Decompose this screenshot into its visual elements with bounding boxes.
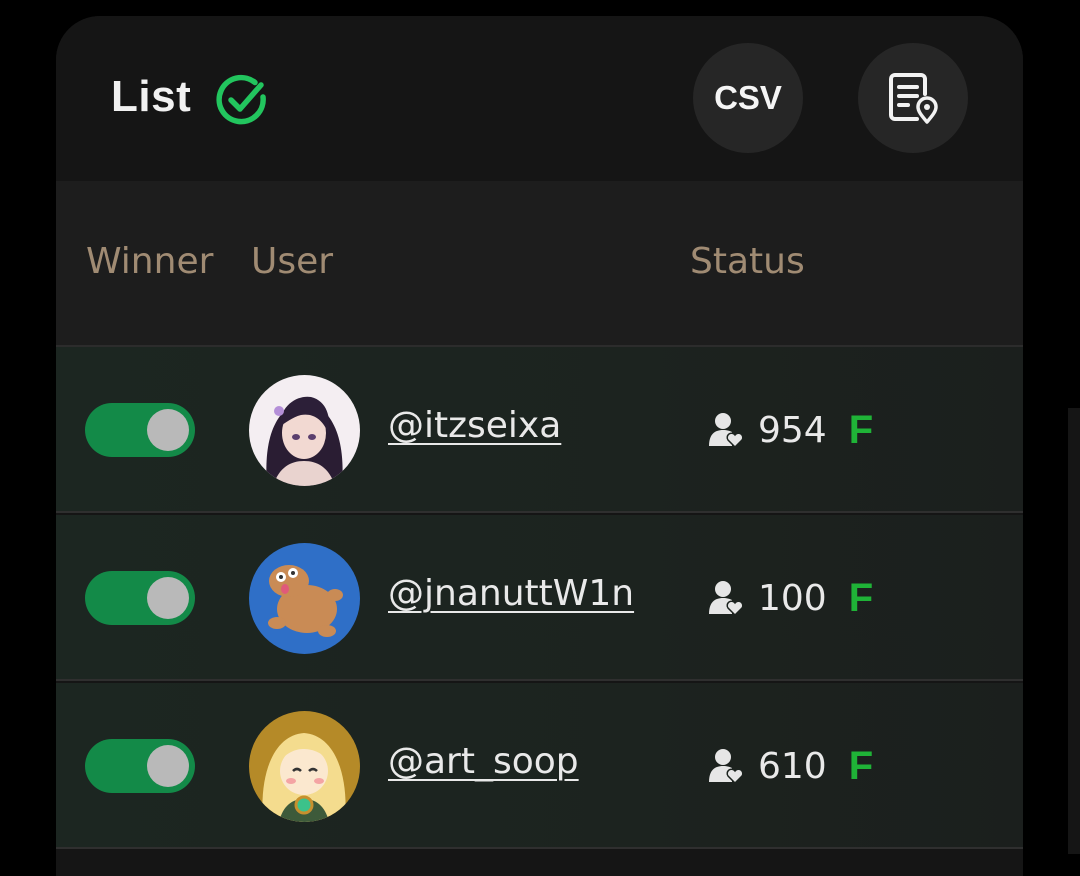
- follower-count: 954: [758, 409, 827, 451]
- column-header-status: Status: [690, 241, 805, 282]
- csv-export-button[interactable]: CSV: [693, 43, 803, 153]
- page-title: List: [111, 72, 192, 121]
- list-panel: List CSV Winner User Status @itzseixa 95…: [56, 16, 1023, 876]
- table-header: Winner User Status: [56, 181, 1023, 347]
- avatar[interactable]: [249, 375, 360, 486]
- winner-toggle[interactable]: [85, 571, 195, 625]
- toggle-knob: [147, 745, 189, 787]
- list-header: List CSV: [56, 16, 1023, 181]
- check-circle-icon: [216, 74, 266, 125]
- document-location-button[interactable]: [858, 43, 968, 153]
- avatar[interactable]: [249, 543, 360, 654]
- username-link[interactable]: @itzseixa: [388, 405, 561, 446]
- follower-heart-icon: [709, 749, 744, 785]
- blonde-character-avatar: [249, 711, 360, 822]
- winner-toggle[interactable]: [85, 403, 195, 457]
- document-location-icon: [889, 73, 938, 124]
- status-badge: F: [848, 407, 874, 452]
- status-cell: 100 F: [706, 574, 873, 622]
- column-header-user: User: [251, 241, 334, 282]
- status-cell: 610 F: [706, 742, 873, 790]
- table-row: @art_soop 610 F: [56, 683, 1023, 849]
- username-link[interactable]: @art_soop: [388, 741, 579, 782]
- anime-girl-dark-hair-avatar: [249, 375, 360, 486]
- toggle-knob: [147, 577, 189, 619]
- follower-heart-icon: [709, 581, 744, 617]
- follower-heart-icon: [709, 413, 744, 449]
- status-badge: F: [848, 575, 874, 620]
- csv-button-label: CSV: [714, 79, 782, 116]
- avatar[interactable]: [249, 711, 360, 822]
- follower-count: 610: [758, 745, 827, 787]
- column-header-winner: Winner: [86, 241, 214, 282]
- follower-count: 100: [758, 577, 827, 619]
- winner-toggle[interactable]: [85, 739, 195, 793]
- username-link[interactable]: @jnanuttW1n: [388, 573, 634, 614]
- status-cell: 954 F: [706, 406, 873, 454]
- table-row: @jnanuttW1n 100 F: [56, 515, 1023, 681]
- table-row: @itzseixa 954 F: [56, 347, 1023, 513]
- toggle-knob: [147, 409, 189, 451]
- status-badge: F: [848, 743, 874, 788]
- capybara-avatar: [249, 543, 360, 654]
- scrollbar[interactable]: [1068, 408, 1080, 854]
